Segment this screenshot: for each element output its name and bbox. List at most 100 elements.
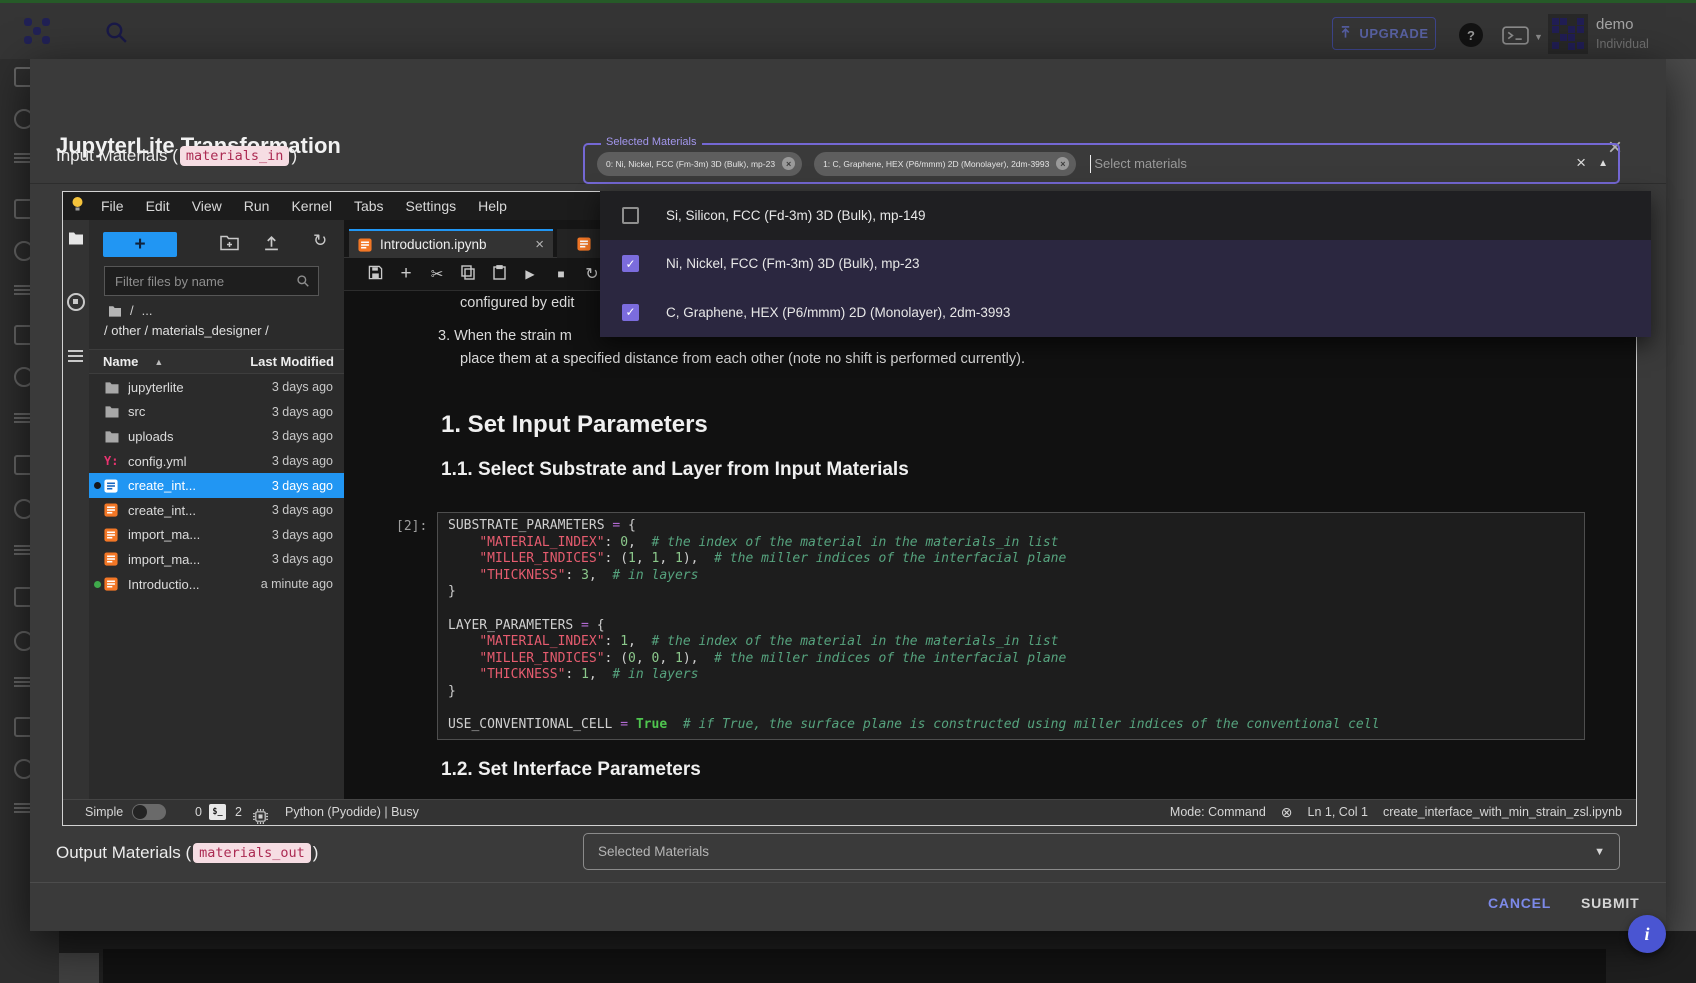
add-cell-icon[interactable]: + (397, 263, 415, 285)
tab-close-icon[interactable]: × (535, 236, 544, 253)
column-name[interactable]: Name (103, 354, 138, 369)
file-browser-tab-icon[interactable] (68, 231, 84, 250)
file-modified: 3 days ago (272, 479, 333, 493)
markdown-text: place them at a specified distance from … (460, 351, 1025, 367)
tab-title: Introduction.ipynb (380, 237, 527, 252)
checkbox-checked-icon[interactable]: ✓ (622, 255, 639, 272)
file-modified: 3 days ago (272, 528, 333, 542)
code-cell[interactable]: SUBSTRATE_PARAMETERS = { "MATERIAL_INDEX… (437, 512, 1585, 740)
menu-file[interactable]: File (90, 198, 135, 214)
save-icon[interactable] (366, 265, 384, 283)
upload-icon[interactable] (263, 234, 280, 256)
checkbox-unchecked-icon[interactable] (622, 207, 639, 224)
materials-select-input[interactable]: Selected Materials 0: Ni, Nickel, FCC (F… (583, 143, 1620, 184)
heading-select-substrate: 1.1. Select Substrate and Layer from Inp… (441, 459, 909, 481)
code-line: "THICKNESS": 3, # in layers (448, 568, 1574, 585)
refresh-icon[interactable]: ↻ (313, 231, 327, 251)
file-row[interactable]: import_ma...3 days ago (89, 523, 344, 548)
file-dot-spacer (94, 531, 101, 538)
paste-cell-icon[interactable] (490, 265, 508, 283)
file-row[interactable]: Y:config.yml3 days ago (89, 449, 344, 474)
file-dot-spacer (94, 458, 101, 465)
file-row[interactable]: import_ma...3 days ago (89, 547, 344, 572)
file-row[interactable]: src3 days ago (89, 400, 344, 425)
cut-cell-icon[interactable]: ✂ (428, 265, 446, 283)
file-status-dot (94, 482, 101, 489)
run-cell-icon[interactable]: ▶ (521, 267, 539, 281)
file-row[interactable]: uploads3 days ago (89, 424, 344, 449)
terminal-count[interactable]: 0 (195, 800, 202, 824)
menu-view[interactable]: View (181, 198, 233, 214)
clear-selection-icon[interactable]: × (1576, 153, 1586, 173)
menu-settings[interactable]: Settings (395, 198, 468, 214)
simple-mode-label: Simple (85, 800, 123, 824)
code-line: "MATERIAL_INDEX": 0, # the index of the … (448, 535, 1574, 552)
chip-label: 1: C, Graphene, HEX (P6/mmm) 2D (Monolay… (823, 159, 1049, 169)
cancel-button[interactable]: CANCEL (1488, 895, 1551, 911)
material-chip[interactable]: 1: C, Graphene, HEX (P6/mmm) 2D (Monolay… (814, 152, 1076, 176)
lightbulb-icon[interactable] (71, 196, 84, 217)
output-materials-select[interactable]: Selected Materials ▼ (583, 833, 1620, 870)
breadcrumb-path[interactable]: / other / materials_designer / (104, 323, 269, 338)
cursor-position[interactable]: Ln 1, Col 1 (1308, 805, 1368, 819)
breadcrumb-root[interactable]: / ... (108, 303, 152, 318)
checkbox-checked-icon[interactable]: ✓ (622, 304, 639, 321)
menu-run[interactable]: Run (233, 198, 281, 214)
file-name: config.yml (128, 454, 272, 469)
notebook-content[interactable]: configured by edit 3. When the strain m … (344, 291, 1636, 799)
new-launcher-button[interactable]: + (103, 232, 177, 257)
terminal-badge-icon: $_ (209, 804, 226, 820)
table-of-contents-icon[interactable] (68, 347, 83, 365)
file-list-header[interactable]: Name ▲ Last Modified (89, 349, 344, 374)
select-field-label: Selected Materials (601, 136, 702, 148)
file-browser: + ↻ Filter files by name (89, 220, 344, 799)
file-modified: 3 days ago (272, 552, 333, 566)
filter-files-input[interactable]: Filter files by name (104, 266, 319, 296)
column-last-modified[interactable]: Last Modified (250, 354, 334, 369)
material-option[interactable]: Si, Silicon, FCC (Fd-3m) 3D (Bulk), mp-1… (600, 191, 1651, 240)
info-fab-button[interactable]: i (1628, 915, 1666, 953)
materials-in-code: materials_in (180, 146, 290, 166)
file-row[interactable]: create_int...3 days ago (89, 473, 344, 498)
file-row[interactable]: Introductio...a minute ago (89, 572, 344, 597)
file-modified: 3 days ago (272, 429, 333, 443)
file-name: import_ma... (128, 552, 272, 567)
folder-icon (104, 404, 121, 419)
file-dot-spacer (94, 384, 101, 391)
new-folder-icon[interactable] (220, 234, 239, 256)
kernel-count[interactable]: 2 (235, 800, 242, 824)
collapse-caret-icon[interactable]: ▲ (1598, 158, 1608, 169)
submit-button[interactable]: SUBMIT (1581, 895, 1639, 911)
material-option[interactable]: ✓C, Graphene, HEX (P6/mmm) 2D (Monolayer… (600, 288, 1651, 337)
file-row[interactable]: create_int...3 days ago (89, 498, 344, 523)
filter-search-icon (296, 274, 310, 288)
chip-delete-icon[interactable]: × (1056, 157, 1069, 170)
tab-introduction-ipynb[interactable]: Introduction.ipynb × (349, 229, 553, 258)
mode-indicator[interactable]: Mode: Command (1170, 805, 1266, 819)
kernel-status-text[interactable]: Python (Pyodide) | Busy (285, 800, 419, 824)
restart-kernel-icon[interactable]: ↻ (583, 264, 601, 284)
chip-list: 0: Ni, Nickel, FCC (Fm-3m) 3D (Bulk), mp… (597, 152, 1088, 176)
file-modified: 3 days ago (272, 380, 333, 394)
copy-cell-icon[interactable] (459, 265, 477, 283)
material-option[interactable]: ✓Ni, Nickel, FCC (Fm-3m) 3D (Bulk), mp-2… (600, 240, 1651, 289)
menu-edit[interactable]: Edit (135, 198, 181, 214)
breadcrumb-ellipsis[interactable]: ... (142, 303, 153, 318)
file-list: jupyterlite3 days agosrc3 days agoupload… (89, 375, 344, 596)
yaml-file-icon: Y: (104, 454, 121, 469)
input-label-suffix: ) (291, 146, 297, 166)
kernel-shield-icon[interactable]: ⊗ (1281, 804, 1293, 821)
sort-asc-icon[interactable]: ▲ (154, 357, 163, 367)
file-row[interactable]: jupyterlite3 days ago (89, 375, 344, 400)
chip-delete-icon[interactable]: × (782, 157, 795, 170)
running-kernels-icon[interactable] (67, 293, 85, 311)
cell-execution-prompt: [2]: (396, 519, 427, 534)
stop-kernel-icon[interactable]: ■ (552, 267, 570, 281)
simple-mode-toggle[interactable] (132, 804, 166, 820)
menu-help[interactable]: Help (467, 198, 518, 214)
menu-kernel[interactable]: Kernel (280, 198, 342, 214)
material-chip[interactable]: 0: Ni, Nickel, FCC (Fm-3m) 3D (Bulk), mp… (597, 152, 802, 176)
notebook-icon (358, 238, 372, 252)
menu-tabs[interactable]: Tabs (343, 198, 395, 214)
option-label: Si, Silicon, FCC (Fd-3m) 3D (Bulk), mp-1… (666, 208, 926, 223)
